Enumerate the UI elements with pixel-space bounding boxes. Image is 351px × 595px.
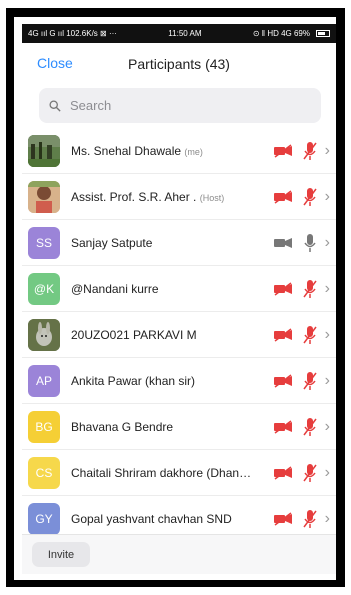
participant-name-text: 20UZO021 PARKAVI M [71,327,197,342]
chevron-right-icon: › [324,187,330,205]
status-time: 11:50 AM [168,29,202,38]
battery-icon [316,30,330,37]
mic-off-icon [303,371,317,390]
chevron-right-icon: › [324,371,330,389]
participant-status-icons: › [273,279,330,299]
camera-off-icon [273,281,292,296]
camera-off-icon [273,465,292,480]
participant-name-text: Chaitali Shriram dakhore (Dhanwate) [71,465,255,480]
participant-name-text: @Nandani kurre [71,281,159,296]
network-status: 4G ııl G ııl 102.6K/s ⊠ ··· [28,29,117,38]
camera-off-icon [273,511,292,526]
screenshot-frame: 4G ııl G ııl 102.6K/s ⊠ ··· 11:50 AM ⊙ ‖… [0,0,351,595]
chevron-right-icon: › [324,325,330,343]
participant-name: Sanjay Satpute [71,236,255,250]
mic-off-icon [303,325,317,344]
avatar: @K [28,272,60,305]
participant-name: Ms. Snehal Dhawale (me) [71,144,255,158]
chevron-right-icon: › [324,141,330,159]
avatar-initials: SS [35,235,52,250]
mic-off-icon [303,279,317,298]
participants-list: Ms. Snehal Dhawale (me) › Assist. Prof. S.… [22,128,336,542]
avatar-initials: BG [35,419,53,434]
camera-off-icon [273,189,292,204]
search-placeholder: Search [70,98,112,113]
participant-row[interactable]: 20UZO021 PARKAVI M › [22,312,336,358]
participant-row[interactable]: BG Bhavana G Bendre › [22,404,336,450]
mic-off-icon [303,141,317,160]
participant-name-text: Sanjay Satpute [71,235,153,250]
participant-name-text: Bhavana G Bendre [71,419,174,434]
avatar-photo-icon [28,318,60,351]
participant-status-icons: › [273,233,330,253]
mic-off-icon [303,417,317,436]
participant-name-text: Gopal yashvant chavhan SND [71,511,232,526]
participant-status-icons: › [273,509,330,529]
mic-off-icon [303,509,317,528]
camera-off-icon [273,419,292,434]
status-left: 4G ııl G ııl 102.6K/s ⊠ ··· [28,29,117,38]
participant-row[interactable]: Ms. Snehal Dhawale (me) › [22,128,336,174]
phone-screen: 4G ııl G ııl 102.6K/s ⊠ ··· 11:50 AM ⊙ ‖… [22,24,336,574]
participant-row[interactable]: Assist. Prof. S.R. Aher . (Host) › [22,174,336,220]
close-button[interactable]: Close [37,55,73,71]
invite-button[interactable]: Invite [32,542,90,567]
avatar: CS [28,456,60,489]
chevron-right-icon: › [324,417,330,435]
avatar-initials: GY [35,511,53,526]
participant-name: Gopal yashvant chavhan SND [71,512,255,526]
participant-status-icons: › [273,141,330,161]
search-input[interactable]: Search [39,88,321,123]
avatar: SS [28,226,60,259]
avatar [28,134,60,167]
participant-status-icons: › [273,417,330,437]
avatar: GY [28,502,60,535]
participant-status-icons: › [273,463,330,483]
avatar-photo-icon [28,180,60,213]
avatar: BG [28,410,60,443]
status-indicators: ⊙ ‖ HD 4G 69% [252,29,310,38]
participant-name-text: Ms. Snehal Dhawale [71,143,182,158]
avatar-initials: AP [35,373,52,388]
participants-header: Close Participants (43) [22,43,336,85]
participant-status-icons: › [273,325,330,345]
mic-on-icon [304,233,316,252]
participant-name: Chaitali Shriram dakhore (Dhanwate) [71,466,255,480]
camera-on-icon [273,237,292,248]
camera-off-icon [273,373,292,388]
mic-off-icon [303,187,317,206]
camera-off-icon [273,143,292,158]
chevron-right-icon: › [324,233,330,251]
participant-role-tag: (Host) [199,192,225,203]
avatar: AP [28,364,60,397]
participant-name-text: Ankita Pawar (khan sir) [71,373,196,388]
status-right: ⊙ ‖ HD 4G 69% [253,29,330,38]
search-icon [49,99,61,112]
chevron-right-icon: › [324,463,330,481]
chevron-right-icon: › [324,279,330,297]
participants-footer: Invite [22,534,336,574]
avatar-photo-icon [28,134,60,167]
avatar-initials: @K [33,281,55,296]
mic-off-icon [303,463,317,482]
participant-name: @Nandani kurre [71,282,255,296]
status-bar: 4G ııl G ııl 102.6K/s ⊠ ··· 11:50 AM ⊙ ‖… [22,24,336,43]
participant-row[interactable]: AP Ankita Pawar (khan sir) › [22,358,336,404]
participant-status-icons: › [273,187,330,207]
chevron-right-icon: › [324,509,330,527]
participant-role-tag: (me) [184,146,203,157]
participant-name: Ankita Pawar (khan sir) [71,374,255,388]
participant-row[interactable]: @K @Nandani kurre › [22,266,336,312]
avatar [28,180,60,213]
avatar [28,318,60,351]
participant-name: Assist. Prof. S.R. Aher . (Host) [71,190,255,204]
participant-name: Bhavana G Bendre [71,420,255,434]
participant-name: 20UZO021 PARKAVI M [71,328,255,342]
participant-status-icons: › [273,371,330,391]
participant-name-text: Assist. Prof. S.R. Aher . [71,189,197,204]
participant-row[interactable]: CS Chaitali Shriram dakhore (Dhanwate) › [22,450,336,496]
avatar-initials: CS [35,465,53,480]
participant-row[interactable]: SS Sanjay Satpute › [22,220,336,266]
camera-off-icon [273,327,292,342]
